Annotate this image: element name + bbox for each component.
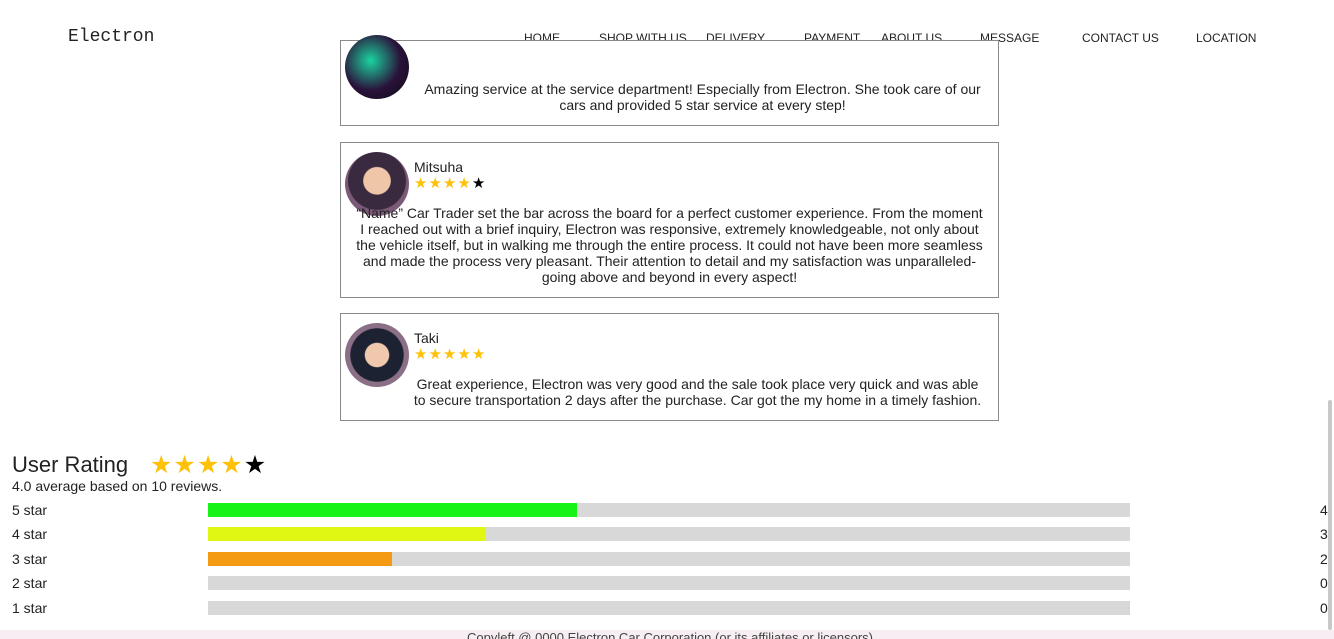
nav-location[interactable]: LOCATION [1196,31,1256,45]
review-card: Mitsuha ★★★★★ “Name” Car Trader set the … [340,142,999,298]
star-icon: ★ [428,346,443,363]
reviewer-name: Taki [414,330,439,346]
star-icon: ★ [442,175,458,192]
reviewer-avatar [345,35,409,99]
star-icon: ★ [457,346,472,363]
rating-bar-track [208,503,1130,517]
star-icon: ★ [414,346,429,363]
reviewer-avatar [345,323,409,387]
rating-summary: 4.0 average based on 10 reviews. [12,478,223,494]
footer: Copyleft @ 0000 Electron Car Corporation… [0,630,1334,639]
rating-row-count: 0 [1320,600,1328,616]
star-icon: ★ [457,175,472,192]
rating-row-label: 3 star [12,551,48,567]
rating-row-count: 3 [1320,526,1328,542]
review-text: Amazing service at the service departmen… [424,81,981,113]
rating-row-label: 4 star [12,526,48,542]
rating-row-count: 4 [1320,502,1328,518]
rating-bar-track [208,527,1130,541]
review-text: “Name” Car Trader set the bar across the… [356,205,983,285]
brand-logo[interactable]: Electron [68,27,154,47]
review-stars: ★★★★★ [414,174,486,192]
user-rating-stars: ★★★★★ [150,450,267,480]
review-stars: ★★★★★ [414,345,486,363]
rating-row-label: 1 star [12,600,48,616]
rating-bar-fill [208,552,393,566]
star-icon: ★ [220,451,244,479]
review-text: Great experience, Electron was very good… [413,376,982,408]
star-icon: ★ [414,175,429,192]
star-icon: ★ [442,346,458,363]
rating-row-count: 2 [1320,551,1328,567]
reviewer-name: Mitsuha [414,159,464,175]
star-icon: ★ [428,175,443,192]
rating-bar-track [208,576,1130,590]
star-icon: ★ [471,175,487,192]
review-card: Taki ★★★★★ Great experience, Electron wa… [340,313,999,421]
rating-bar-fill [208,527,485,541]
review-card: Amazing service at the service departmen… [340,35,999,126]
rating-row-label: 2 star [12,575,48,591]
rating-row-count: 0 [1320,575,1328,591]
star-icon: ★ [173,451,197,479]
footer-copyright: Copyleft @ 0000 Electron Car Corporation… [466,630,873,639]
star-icon: ★ [243,451,268,479]
rating-bar-track [208,552,1130,566]
nav-contact-us[interactable]: CONTACT US [1082,31,1159,45]
star-icon: ★ [196,451,221,479]
rating-bar-track [208,601,1130,615]
rating-row-label: 5 star [12,502,48,518]
rating-bar-fill [208,503,577,517]
star-icon: ★ [150,451,174,479]
star-icon: ★ [471,346,487,363]
user-rating-heading: User Rating [12,452,129,477]
page-scrollbar[interactable] [1328,400,1332,630]
